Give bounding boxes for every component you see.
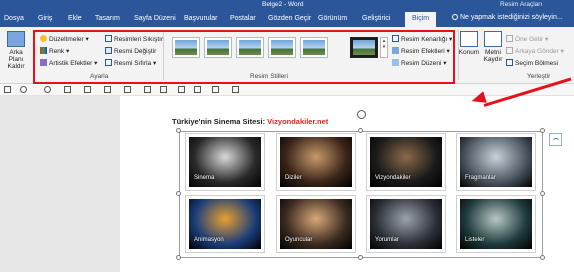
title-bar: Belge2 - Word Resim Araçları [0, 0, 574, 9]
card-caption: Diziler [285, 175, 302, 181]
new-document-icon[interactable] [124, 86, 131, 93]
card-caption: Oyuncular [285, 237, 313, 243]
copy-icon[interactable] [194, 86, 201, 93]
position-button[interactable]: Konum [458, 31, 480, 56]
tab-home[interactable]: Giriş [38, 15, 52, 22]
lightbulb-icon [452, 14, 458, 20]
tab-format[interactable]: Biçim [405, 12, 437, 27]
card-caption: Animasyon [194, 237, 224, 243]
tab-design[interactable]: Tasarım [95, 15, 120, 22]
card-caption: Listeler [465, 237, 485, 243]
resize-handle[interactable] [358, 255, 363, 260]
remove-bg-line1: Arka Planı [8, 49, 24, 63]
card-image: Yorumlar [370, 199, 442, 249]
table-icon[interactable] [212, 86, 219, 93]
tell-me-search[interactable]: Ne yapmak istediğinizi söyleyin... [452, 14, 563, 21]
tab-layout[interactable]: Sayfa Düzeni [134, 15, 176, 22]
resize-handle[interactable] [176, 191, 181, 196]
remove-bg-line2: Kaldır [7, 63, 25, 70]
card-image: Listeler [460, 199, 532, 249]
quick-access-toolbar [0, 84, 574, 96]
category-card[interactable]: Fragmanlar [456, 133, 536, 191]
send-backward-label: Arkaya Gönder [515, 48, 559, 55]
tab-review[interactable]: Gözden Geçir [268, 15, 311, 22]
tab-references[interactable]: Başvurular [184, 15, 217, 22]
document-heading: Türkiye'nin Sinema Sitesi: Vizyondakiler… [172, 117, 328, 126]
wrap-text-button[interactable]: Metni Kaydır [482, 31, 504, 63]
ribbon-tabs: Dosya Giriş Ekle Tasarım Sayfa Düzeni Ba… [0, 9, 574, 27]
print-icon[interactable] [84, 86, 91, 93]
card-image: Fragmanlar [460, 137, 532, 187]
tell-me-text: Ne yapmak istediğinizi söyleyin... [460, 14, 563, 21]
card-caption: Fragmanlar [465, 175, 496, 181]
resize-handle[interactable] [540, 255, 545, 260]
position-icon [460, 31, 478, 47]
layout-options-icon[interactable] [549, 133, 562, 146]
card-image: Vizyondakiler [370, 137, 442, 187]
wrap-line2: Kaydır [483, 56, 503, 63]
resize-handle[interactable] [540, 128, 545, 133]
tab-view[interactable]: Görünüm [318, 15, 347, 22]
category-card[interactable]: Diziler [276, 133, 356, 191]
card-caption: Vizyondakiler [375, 175, 411, 181]
tab-mailings[interactable]: Postalar [230, 15, 256, 22]
send-backward-icon [506, 47, 513, 54]
customize-toolbar-icon[interactable] [232, 86, 239, 93]
picture-tools-context-label: Resim Araçları [500, 1, 543, 8]
selection-pane-icon [506, 59, 513, 66]
category-card[interactable]: Sinema [185, 133, 265, 191]
tab-file[interactable]: Dosya [4, 15, 24, 22]
wrap-line1: Metni [485, 49, 501, 56]
category-card[interactable]: Yorumlar [366, 195, 446, 253]
search-icon[interactable] [104, 86, 111, 93]
card-image: Diziler [280, 137, 352, 187]
card-image: Sinema [189, 137, 261, 187]
remove-background-icon [7, 31, 25, 47]
highlight-box [33, 30, 455, 84]
category-card[interactable]: Animasyon [185, 195, 265, 253]
selection-pane-label: Seçim Bölmesi [515, 60, 558, 67]
save-icon[interactable] [4, 86, 11, 93]
remove-background-button[interactable]: Arka Planı Kaldır [2, 31, 30, 70]
resize-handle[interactable] [176, 255, 181, 260]
card-caption: Yorumlar [375, 237, 399, 243]
bring-forward-icon [506, 35, 513, 42]
card-caption: Sinema [194, 175, 215, 181]
undo-icon[interactable] [20, 86, 27, 93]
selection-pane-button[interactable]: Seçim Bölmesi [506, 59, 558, 67]
position-label: Konum [458, 49, 480, 56]
card-image: Animasyon [189, 199, 261, 249]
bring-forward-label: Öne Getir [515, 36, 544, 43]
resize-handle[interactable] [540, 191, 545, 196]
send-backward-button[interactable]: Arkaya Gönder ▾ [506, 47, 564, 55]
redo-icon[interactable] [44, 86, 51, 93]
arrange-group-label: Yerleştir [527, 73, 551, 80]
clipboard-icon[interactable] [160, 86, 167, 93]
category-card[interactable]: Oyuncular [276, 195, 356, 253]
category-card[interactable]: Vizyondakiler [366, 133, 446, 191]
resize-handle[interactable] [176, 128, 181, 133]
print-preview-icon[interactable] [64, 86, 71, 93]
tab-developer[interactable]: Geliştirici [362, 15, 390, 22]
wrap-text-icon [484, 31, 502, 47]
rotate-handle-icon[interactable] [357, 110, 366, 119]
category-card[interactable]: Listeler [456, 195, 536, 253]
heading-prefix: Türkiye'nin Sinema Sitesi: [172, 117, 268, 126]
resize-handle[interactable] [358, 128, 363, 133]
tab-insert[interactable]: Ekle [68, 15, 82, 22]
bring-forward-button[interactable]: Öne Getir ▾ [506, 35, 548, 43]
card-image: Oyuncular [280, 199, 352, 249]
document-title: Belge2 - Word [262, 1, 304, 8]
open-folder-icon[interactable] [144, 86, 151, 93]
heading-site-name: Vizyondakiler.net [267, 117, 329, 126]
cut-icon[interactable] [178, 86, 185, 93]
